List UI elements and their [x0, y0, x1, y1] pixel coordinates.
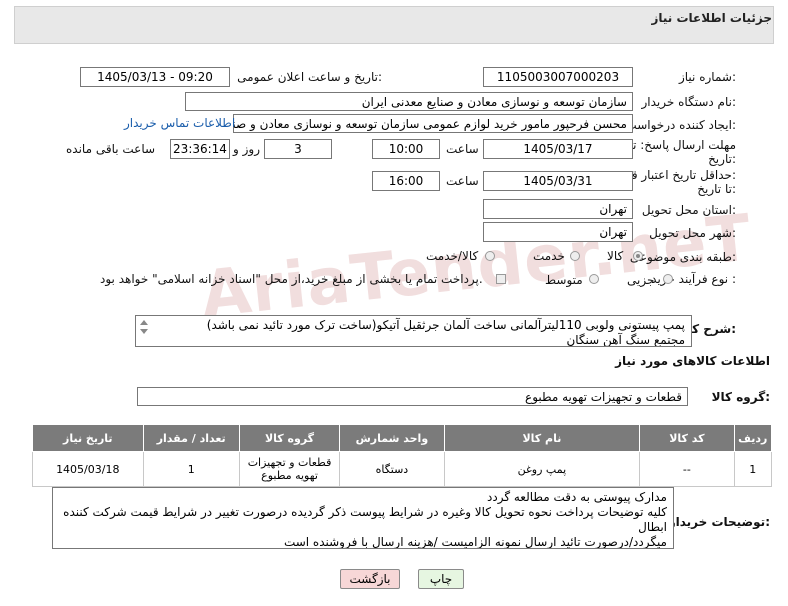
process-option-medium: متوسط: [545, 273, 583, 287]
validity-label-date: تا تاریخ:: [697, 182, 736, 196]
announce-field[interactable]: 1405/03/13 - 09:20: [80, 67, 230, 87]
col-unit: واحد شمارش: [339, 424, 445, 452]
page-title: جزئیات اطلاعات نیاز: [651, 11, 772, 25]
process-option-minor: جزیی: [627, 273, 655, 287]
col-date: تاریخ نیاز: [32, 424, 144, 452]
col-row: ردیف: [733, 424, 772, 452]
city-field[interactable]: تهران: [483, 222, 633, 242]
announce-label: تاریخ و ساعت اعلان عمومی:: [237, 70, 382, 84]
category-option-goods: کالا: [607, 249, 624, 263]
cell-group: قطعات و تجهیزات تهویه مطبوع: [238, 451, 341, 487]
col-group: گروه کالا: [238, 424, 341, 452]
cell-row: 1: [733, 451, 772, 487]
validity-time-field[interactable]: 16:00: [372, 171, 440, 191]
description-text[interactable]: پمپ پیستونی ولوبی 110لیترآلمانی ساخت آلم…: [135, 315, 692, 347]
process-radio-medium[interactable]: [589, 274, 599, 284]
city-label: شهر محل تحویل:: [649, 226, 736, 240]
need-number-field[interactable]: 1105003007000203: [483, 67, 633, 87]
table-row[interactable]: 1 -- پمپ روغن دستگاه قطعات و تجهیزات تهو…: [32, 451, 772, 487]
requester-label: ایجاد کننده درخواست:: [625, 118, 736, 132]
validity-time-label: ساعت: [446, 174, 479, 188]
buyer-notes-line-2: کلیه توضیحات پرداخت نحوه تحویل کالا وغیر…: [63, 505, 667, 534]
buyer-org-label: نام دستگاه خریدار:: [641, 95, 737, 109]
table-header-row: ردیف کد کالا نام کالا واحد شمارش گروه کا…: [32, 424, 772, 452]
back-button[interactable]: بازگشت: [340, 569, 400, 589]
description-line-2: مجتمع سنگ آهن سنگان: [566, 333, 685, 347]
cell-code: --: [639, 451, 735, 487]
buyer-notes-line-1: مدارک پیوستی به دقت مطالعه گردد: [487, 490, 667, 504]
col-code: کد کالا: [639, 424, 735, 452]
category-option-both: کالا/خدمت: [426, 249, 479, 263]
days-field[interactable]: 3: [264, 139, 332, 159]
buyer-notes-text[interactable]: مدارک پیوستی به دقت مطالعه گردد کلیه توض…: [52, 487, 674, 549]
category-radio-service[interactable]: [570, 251, 580, 261]
cell-unit: دستگاه: [339, 451, 445, 487]
buyer-org-field[interactable]: سازمان توسعه و نوسازی معادن و صنایع معدن…: [185, 92, 633, 111]
buyer-notes-label: توضیحات خریدار:: [668, 515, 770, 529]
validity-date-field[interactable]: 1405/03/31: [483, 171, 633, 191]
goods-group-field[interactable]: قطعات و تجهیزات تهویه مطبوع: [137, 387, 688, 406]
days-label: روز و: [233, 142, 260, 156]
buyer-notes-line-3: میگردد/درصورت تائید ارسال نمونه الزامیست…: [283, 535, 667, 549]
province-field[interactable]: تهران: [483, 199, 633, 219]
category-label: طبقه بندی موضوعی:: [629, 250, 736, 264]
cell-qty: 1: [142, 451, 240, 487]
description-line-1: پمپ پیستونی ولوبی 110لیترآلمانی ساخت آلم…: [206, 318, 685, 332]
print-button[interactable]: چاپ: [418, 569, 464, 589]
remaining-time-field[interactable]: 23:36:14: [170, 139, 230, 159]
requester-field[interactable]: محسن فرحپور مامور خرید لوازم عمومی سازما…: [233, 114, 633, 133]
goods-group-label: گروه کالا:: [711, 390, 770, 404]
items-table: ردیف کد کالا نام کالا واحد شمارش گروه کا…: [32, 424, 772, 487]
cell-name: پمپ روغن: [443, 451, 641, 487]
watermark-logo: AriaTender.neT: [197, 201, 756, 333]
category-radio-goods[interactable]: [633, 251, 643, 261]
category-radio-both[interactable]: [485, 251, 495, 261]
category-option-service: خدمت: [533, 249, 565, 263]
col-name: نام کالا: [443, 424, 641, 452]
col-qty: تعداد / مقدار: [142, 424, 240, 452]
province-label: استان محل تحویل:: [641, 203, 736, 217]
treasury-payment-checkbox[interactable]: [496, 274, 506, 284]
buyer-contact-link[interactable]: اطلاعات تماس خریدار: [124, 116, 235, 130]
deadline-label-date: تاریخ:: [708, 152, 736, 166]
deadline-time-field[interactable]: 10:00: [372, 139, 440, 159]
scroll-arrows-icon[interactable]: [138, 318, 150, 336]
process-radio-minor[interactable]: [663, 274, 673, 284]
deadline-time-label: ساعت: [446, 142, 479, 156]
deadline-label: مهلت ارسال پاسخ: تا: [629, 138, 736, 152]
deadline-date-field[interactable]: 1405/03/17: [483, 139, 633, 159]
payment-note: پرداخت تمام یا بخشی از مبلغ خرید،از محل …: [100, 272, 483, 286]
goods-info-title: اطلاعات کالاهای مورد نیاز: [615, 354, 770, 368]
need-number-label: شماره نیاز:: [678, 70, 736, 84]
cell-date: 1405/03/18: [32, 451, 144, 487]
remaining-label: ساعت باقی مانده: [66, 142, 156, 156]
